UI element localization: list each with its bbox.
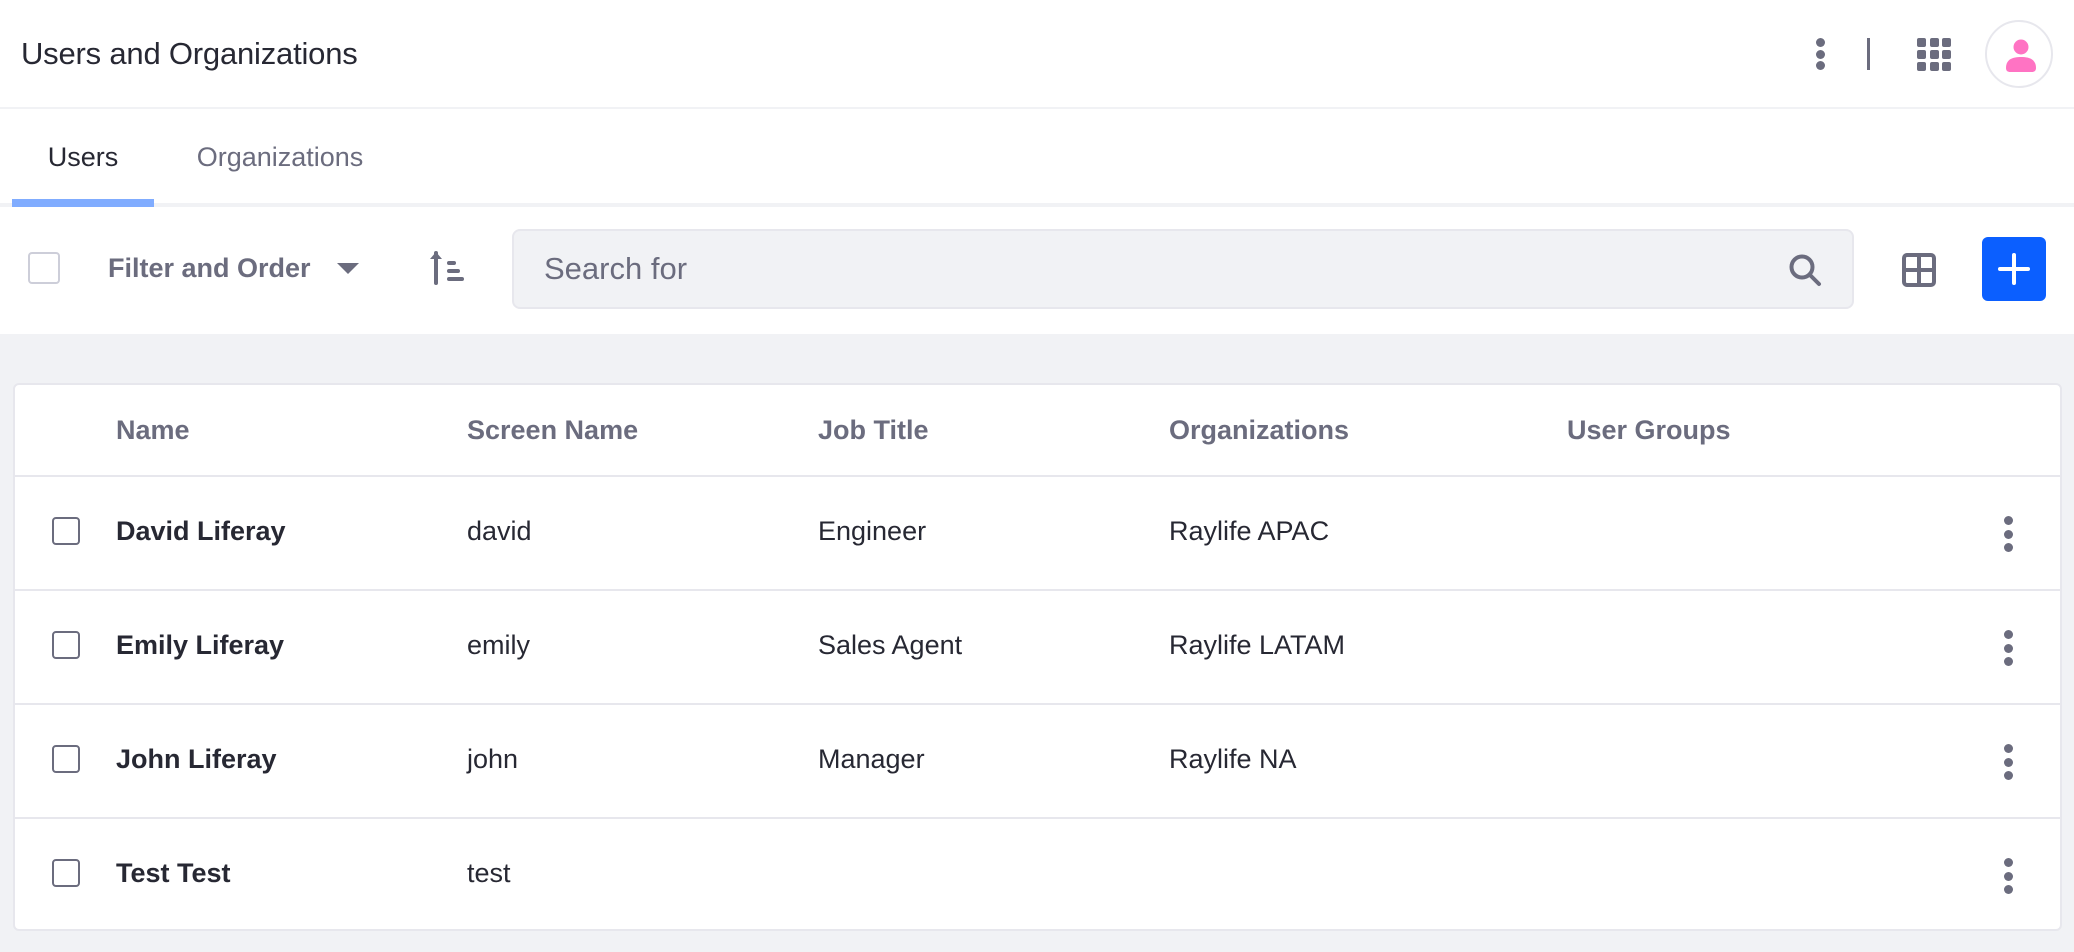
search-input[interactable] xyxy=(544,231,1744,307)
row-checkbox[interactable] xyxy=(52,517,80,545)
cell-name[interactable]: John Liferay xyxy=(116,744,277,775)
cell-organizations: Raylife NA xyxy=(1169,744,1297,774)
cell-name[interactable]: Test Test xyxy=(116,858,231,889)
management-toolbar: Filter and Order xyxy=(0,207,2074,334)
user-icon xyxy=(2006,39,2036,72)
cell-name[interactable]: David Liferay xyxy=(116,516,286,547)
row-actions-kebab-icon[interactable] xyxy=(2002,516,2014,552)
caret-down-icon xyxy=(336,262,359,274)
table-row: David Liferay david Engineer Raylife APA… xyxy=(15,477,2060,591)
filter-and-order-button[interactable]: Filter and Order xyxy=(108,247,359,289)
cell-job-title: Manager xyxy=(818,744,925,774)
cell-screen-name: john xyxy=(467,744,519,774)
cell-organizations: Raylife LATAM xyxy=(1169,630,1346,660)
cell-screen-name: david xyxy=(467,516,532,546)
table-row: Emily Liferay emily Sales Agent Raylife … xyxy=(15,591,2060,705)
users-table: Name Screen Name Job Title Organizations… xyxy=(13,383,2062,931)
table-row: Test Test test xyxy=(15,819,2060,929)
apps-grid-icon[interactable] xyxy=(1917,38,1951,71)
row-actions-kebab-icon[interactable] xyxy=(2002,858,2014,894)
tab-users[interactable]: Users xyxy=(12,109,154,207)
sort-order-icon[interactable] xyxy=(428,249,466,285)
tab-bar: Users Organizations xyxy=(0,109,2074,207)
row-actions-kebab-icon[interactable] xyxy=(2002,744,2014,780)
row-checkbox[interactable] xyxy=(52,745,80,773)
tab-organizations[interactable]: Organizations xyxy=(172,109,388,205)
app-header: Users and Organizations xyxy=(0,0,2074,109)
table-header: Name Screen Name Job Title Organizations… xyxy=(15,385,2060,477)
table-view-icon[interactable] xyxy=(1902,253,1936,287)
column-header-job-title: Job Title xyxy=(818,415,929,445)
column-header-user-groups: User Groups xyxy=(1567,415,1731,445)
table-row: John Liferay john Manager Raylife NA xyxy=(15,705,2060,819)
page-title: Users and Organizations xyxy=(21,36,358,71)
column-header-name: Name xyxy=(116,415,190,445)
header-divider xyxy=(1867,38,1870,70)
row-checkbox[interactable] xyxy=(52,859,80,887)
column-header-organizations: Organizations xyxy=(1169,415,1350,445)
column-header-screen-name: Screen Name xyxy=(467,415,639,445)
filter-and-order-label: Filter and Order xyxy=(108,252,311,283)
cell-organizations: Raylife APAC xyxy=(1169,516,1330,546)
cell-screen-name: test xyxy=(467,858,511,888)
cell-job-title: Sales Agent xyxy=(818,630,963,660)
cell-job-title: Engineer xyxy=(818,516,927,546)
cell-screen-name: emily xyxy=(467,630,531,660)
search-box xyxy=(512,229,1854,309)
search-icon[interactable] xyxy=(1788,253,1822,287)
add-user-button[interactable] xyxy=(1982,237,2046,301)
row-checkbox[interactable] xyxy=(52,631,80,659)
row-actions-kebab-icon[interactable] xyxy=(2002,630,2014,666)
cell-name[interactable]: Emily Liferay xyxy=(116,630,284,661)
user-avatar[interactable] xyxy=(1985,20,2053,88)
options-kebab-icon[interactable] xyxy=(1813,38,1827,70)
select-all-checkbox[interactable] xyxy=(28,252,60,284)
